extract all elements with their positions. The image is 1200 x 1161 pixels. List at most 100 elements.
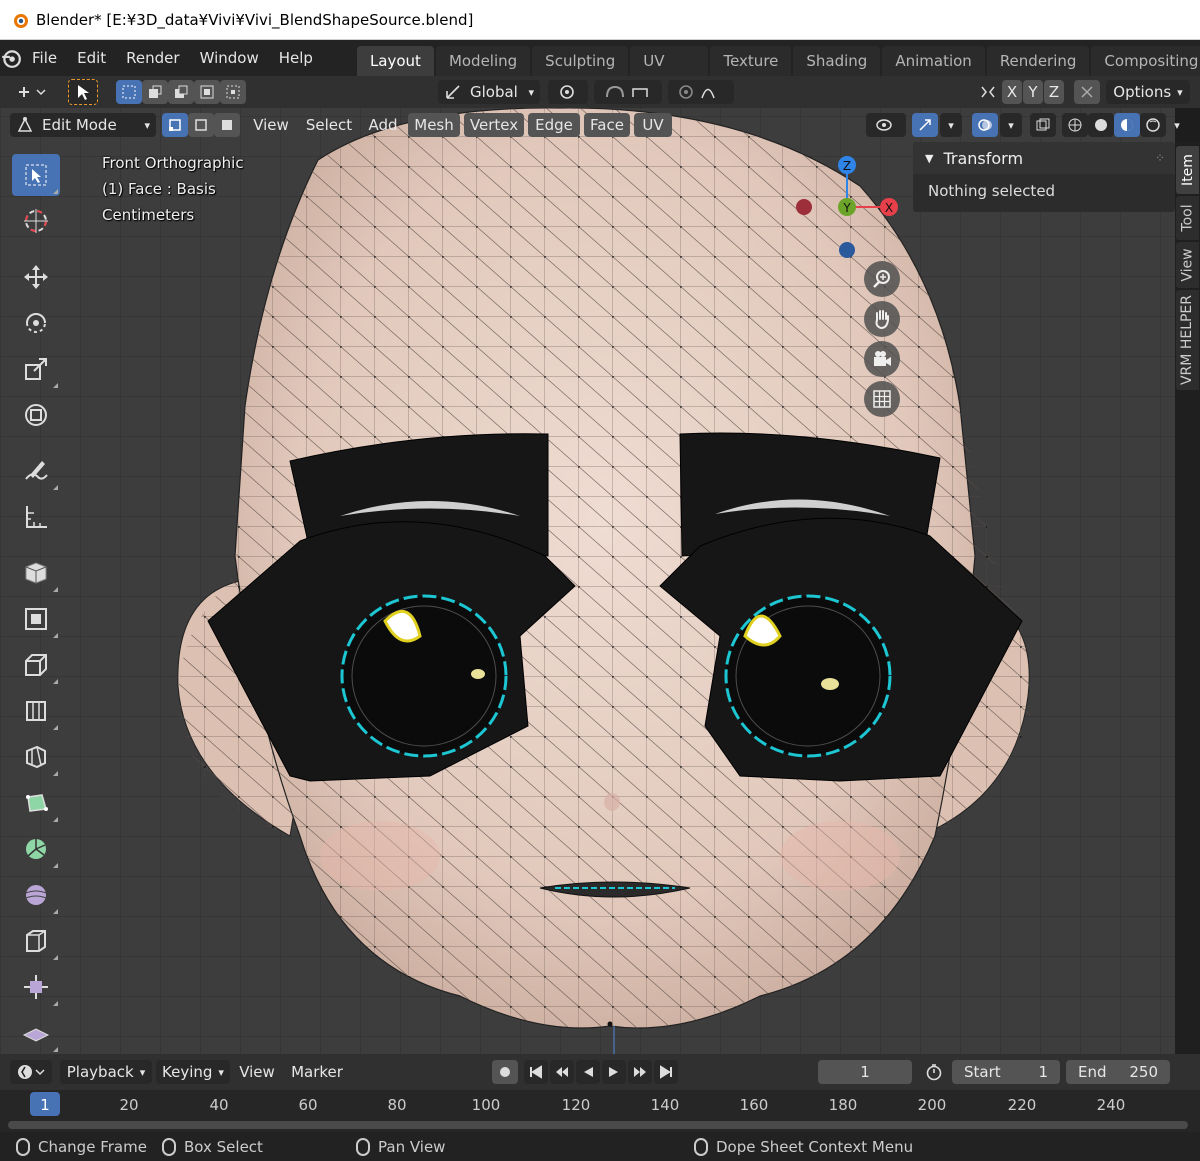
- chevron-down-icon[interactable]: ▾: [1166, 113, 1188, 137]
- visibility-icon[interactable]: [866, 113, 906, 137]
- pivot-point-icon[interactable]: [548, 80, 588, 104]
- select-mode-subtract-icon[interactable]: [168, 80, 194, 104]
- camera-icon[interactable]: [864, 341, 900, 377]
- menu-vertex[interactable]: Vertex: [464, 113, 524, 137]
- measure-tool-icon[interactable]: [12, 496, 60, 538]
- options-dropdown[interactable]: Options ▾: [1106, 80, 1190, 104]
- select-mode-invert-icon[interactable]: [194, 80, 220, 104]
- prev-keyframe-icon[interactable]: [550, 1060, 574, 1084]
- next-keyframe-icon[interactable]: [628, 1060, 652, 1084]
- gizmo-neg-x-icon[interactable]: [796, 199, 812, 215]
- material-shading-icon[interactable]: [1114, 113, 1140, 137]
- select-tool-icon[interactable]: [68, 79, 98, 105]
- tab-sculpting[interactable]: Sculpting: [532, 46, 629, 76]
- extrude-tool-icon[interactable]: [12, 598, 60, 640]
- keying-menu[interactable]: Keying ▾: [156, 1060, 230, 1084]
- scale-tool-icon[interactable]: [12, 348, 60, 390]
- proportional-edit-icon[interactable]: [668, 80, 734, 104]
- mode-dropdown[interactable]: Edit Mode ▾: [10, 113, 156, 137]
- xray-toggle-icon[interactable]: [1030, 113, 1056, 137]
- wireframe-shading-icon[interactable]: [1062, 113, 1088, 137]
- bevel-tool-icon[interactable]: [12, 690, 60, 732]
- edge-select-icon[interactable]: [188, 113, 214, 137]
- timeline-ruler[interactable]: 1 20 40 60 80 100 120 140 160 180 200 22…: [0, 1090, 1200, 1132]
- gizmo-toggle-icon[interactable]: [912, 113, 938, 137]
- editor-type-icon[interactable]: [10, 1060, 52, 1084]
- stopwatch-icon[interactable]: [920, 1060, 948, 1084]
- sidebar-tab-item[interactable]: Item: [1176, 146, 1199, 194]
- transform-tool-icon[interactable]: [12, 394, 60, 436]
- end-frame-field[interactable]: End 250: [1066, 1060, 1170, 1084]
- snap-icon[interactable]: [594, 80, 662, 104]
- tab-layout[interactable]: Layout: [356, 46, 434, 76]
- mirror-z-button[interactable]: Z: [1044, 80, 1064, 104]
- select-box-tool-icon[interactable]: [12, 154, 60, 196]
- zoom-icon[interactable]: [864, 261, 900, 297]
- current-frame-field[interactable]: 1: [818, 1060, 912, 1084]
- rendered-shading-icon[interactable]: [1140, 113, 1166, 137]
- blender-menu-icon[interactable]: [0, 40, 22, 76]
- menu-help[interactable]: Help: [269, 49, 323, 67]
- jump-start-icon[interactable]: [524, 1060, 548, 1084]
- menu-mesh[interactable]: Mesh: [408, 113, 460, 137]
- spin-tool-icon[interactable]: [12, 828, 60, 870]
- transform-pivot-icon[interactable]: [12, 80, 52, 104]
- inset-tool-icon[interactable]: [12, 644, 60, 686]
- cursor-tool-icon[interactable]: [12, 200, 60, 242]
- tab-animation[interactable]: Animation: [882, 46, 985, 76]
- playback-menu[interactable]: Playback ▾: [60, 1060, 152, 1084]
- marker-menu[interactable]: Marker: [286, 1060, 348, 1084]
- shear-tool-icon[interactable]: [12, 1012, 60, 1054]
- gizmo-neg-z-icon[interactable]: [839, 242, 855, 258]
- tab-shading[interactable]: Shading: [793, 46, 881, 76]
- menu-file[interactable]: File: [22, 49, 67, 67]
- menu-uv[interactable]: UV: [634, 113, 672, 137]
- timeline-scrollbar[interactable]: [8, 1121, 1188, 1129]
- edge-slide-tool-icon[interactable]: [12, 920, 60, 962]
- play-icon[interactable]: [602, 1060, 626, 1084]
- tab-rendering[interactable]: Rendering: [986, 46, 1090, 76]
- tab-modeling[interactable]: Modeling: [435, 46, 531, 76]
- select-mode-intersect-icon[interactable]: [220, 80, 246, 104]
- sidebar-tab-view[interactable]: View: [1176, 242, 1199, 288]
- menu-view[interactable]: View: [248, 113, 294, 137]
- shrink-fatten-tool-icon[interactable]: [12, 966, 60, 1008]
- menu-face[interactable]: Face: [584, 113, 630, 137]
- tab-uv-editing[interactable]: UV Editing: [630, 46, 709, 100]
- vertex-select-icon[interactable]: [162, 113, 188, 137]
- menu-edit[interactable]: Edit: [67, 49, 116, 67]
- navigation-gizmo[interactable]: Z Y X: [786, 150, 916, 260]
- sidebar-tab-vrm-helper[interactable]: VRM HELPER: [1176, 290, 1199, 390]
- mirror-icon[interactable]: [976, 80, 1000, 104]
- menu-edge[interactable]: Edge: [528, 113, 580, 137]
- start-frame-field[interactable]: Start 1: [952, 1060, 1060, 1084]
- transform-panel-header[interactable]: ▼ Transform ⁘: [913, 142, 1175, 174]
- transform-orientation-dropdown[interactable]: Global ▾: [438, 80, 540, 104]
- tab-compositing[interactable]: Compositing: [1091, 46, 1200, 76]
- ortho-grid-icon[interactable]: [864, 381, 900, 417]
- tab-texture-paint[interactable]: Texture Paint: [710, 46, 792, 100]
- move-tool-icon[interactable]: [12, 256, 60, 298]
- auto-merge-icon[interactable]: [1074, 80, 1100, 104]
- chevron-down-icon[interactable]: ▾: [940, 113, 962, 137]
- menu-render[interactable]: Render: [116, 49, 189, 67]
- smooth-tool-icon[interactable]: [12, 874, 60, 916]
- record-icon[interactable]: [492, 1060, 518, 1084]
- solid-shading-icon[interactable]: [1088, 113, 1114, 137]
- select-mode-extend-icon[interactable]: [142, 80, 168, 104]
- select-mode-new-icon[interactable]: [116, 80, 142, 104]
- menu-window[interactable]: Window: [190, 49, 269, 67]
- rotate-tool-icon[interactable]: [12, 302, 60, 344]
- chevron-down-icon[interactable]: ▾: [1000, 113, 1022, 137]
- loop-cut-tool-icon[interactable]: [12, 736, 60, 778]
- overlay-toggle-icon[interactable]: [972, 113, 998, 137]
- sidebar-tab-tool[interactable]: Tool: [1176, 196, 1199, 240]
- pan-hand-icon[interactable]: [864, 301, 900, 337]
- menu-select[interactable]: Select: [300, 113, 358, 137]
- add-cube-tool-icon[interactable]: [12, 552, 60, 594]
- face-select-icon[interactable]: [214, 113, 240, 137]
- timeline-view-menu[interactable]: View: [234, 1060, 280, 1084]
- annotate-tool-icon[interactable]: [12, 450, 60, 492]
- mirror-y-button[interactable]: Y: [1023, 80, 1043, 104]
- menu-add[interactable]: Add: [364, 113, 402, 137]
